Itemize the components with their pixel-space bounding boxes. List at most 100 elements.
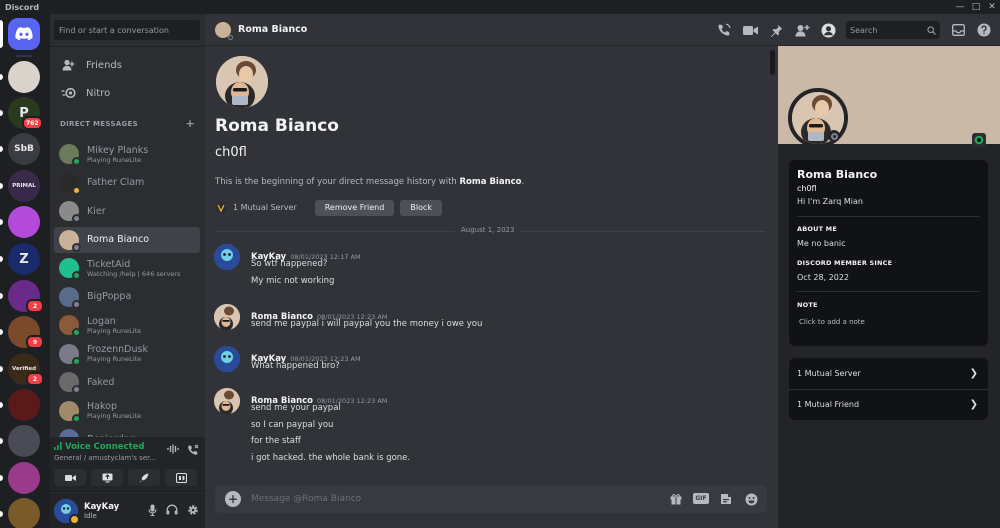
soundboard-button[interactable] <box>165 469 197 486</box>
server-icon[interactable] <box>8 389 40 421</box>
server-icon[interactable]: SbB <box>8 133 40 165</box>
dm-item[interactable]: Mikey Planks Playing RuneLite <box>54 141 200 167</box>
voice-status[interactable]: Voice Connected <box>54 442 145 452</box>
pinned-messages-icon[interactable] <box>768 22 784 38</box>
dm-item[interactable]: Hakop Playing RuneLite <box>54 398 200 424</box>
intro-text-after: . <box>521 177 525 187</box>
maximize-icon[interactable]: □ <box>968 0 984 14</box>
dm-text: Mikey Planks Playing RuneLite <box>87 145 148 164</box>
unread-indicator <box>0 438 3 444</box>
voice-channel[interactable]: General / amustyclam's ser... <box>54 454 156 462</box>
signal-icon <box>54 442 62 450</box>
dm-text: BigPoppa <box>87 291 131 302</box>
mutual-servers-row[interactable]: 1 Mutual Server ❯ <box>789 358 988 389</box>
chat-scrollbar[interactable] <box>770 50 775 75</box>
create-dm-icon[interactable]: + <box>185 118 195 129</box>
sticker-icon[interactable] <box>718 491 734 507</box>
noise-suppression-icon[interactable] <box>167 444 179 459</box>
message-avatar[interactable] <box>214 388 240 415</box>
unread-indicator <box>0 366 3 372</box>
user-avatar[interactable] <box>54 498 80 525</box>
search-icon <box>927 25 936 35</box>
online-status-icon <box>72 271 81 280</box>
help-icon[interactable] <box>976 22 992 38</box>
server-abbr: Z <box>19 251 29 267</box>
intro-text: This is the beginning of your direct mes… <box>215 177 524 187</box>
server-abbr: SbB <box>14 144 34 154</box>
screen-share-button[interactable] <box>91 469 123 486</box>
dm-name: Kier <box>87 205 106 217</box>
message-avatar[interactable] <box>214 244 240 270</box>
dm-text: FrozennDusk Playing RuneLite <box>87 344 148 363</box>
inbox-icon[interactable] <box>950 22 966 38</box>
message-composer[interactable]: + Message @Roma Bianco GIF <box>215 485 767 513</box>
headphones-icon[interactable] <box>166 504 178 519</box>
message-avatar[interactable] <box>214 346 240 372</box>
dm-section-header: DIRECT MESSAGES + <box>60 118 195 129</box>
dm-avatar <box>59 400 81 423</box>
disconnect-icon[interactable] <box>187 444 199 459</box>
mutual-server[interactable]: 1 Mutual Server <box>215 202 297 214</box>
dm-name: Faked <box>87 376 115 388</box>
dm-item[interactable]: BigPoppa <box>54 284 200 310</box>
block-button[interactable]: Block <box>400 199 442 216</box>
attach-plus-icon[interactable]: + <box>225 491 241 507</box>
home-button[interactable] <box>8 18 40 50</box>
gif-button[interactable]: GIF <box>693 493 709 504</box>
gift-icon[interactable] <box>668 491 684 507</box>
settings-gear-icon[interactable] <box>187 504 199 519</box>
dm-name: Hakop <box>87 401 117 412</box>
dm-item[interactable]: FrozennDusk Playing RuneLite <box>54 341 200 367</box>
activity-button[interactable] <box>128 469 160 486</box>
unread-indicator <box>0 293 3 299</box>
divider <box>16 55 32 57</box>
dm-item[interactable]: Father Clam <box>54 170 200 196</box>
server-icon[interactable]: PRIMAL <box>8 170 40 202</box>
voice-call-icon[interactable] <box>716 22 732 38</box>
dm-text: Logan Playing RuneLite <box>87 316 141 335</box>
dm-name: Roma Bianco <box>87 234 150 245</box>
server-icon[interactable] <box>8 61 40 93</box>
message-text: i got hacked. the whole bank is gone. <box>251 453 411 464</box>
camera-icon <box>64 474 76 481</box>
microphone-icon[interactable] <box>148 504 157 519</box>
user-profile-icon[interactable] <box>820 22 836 38</box>
note-input[interactable]: Click to add a note <box>799 318 865 326</box>
message-avatar[interactable] <box>214 304 240 331</box>
server-icon[interactable] <box>8 425 40 457</box>
dm-item[interactable]: Faked <box>54 369 200 395</box>
profile-username: ch0fl <box>797 184 817 193</box>
dm-item[interactable]: TicketAid Watching /help | 646 servers <box>54 255 200 281</box>
nitro-icon <box>60 86 78 100</box>
video-call-icon[interactable] <box>742 22 758 38</box>
message-search-input[interactable]: Search <box>846 21 940 39</box>
remove-friend-button[interactable]: Remove Friend <box>314 199 395 216</box>
conversation-search-input[interactable]: Find or start a conversation <box>54 20 200 40</box>
add-friends-to-dm-icon[interactable] <box>794 22 810 38</box>
server-icon[interactable] <box>8 498 40 528</box>
nitro-badge-icon[interactable] <box>972 133 986 147</box>
search-placeholder: Search <box>850 25 878 35</box>
sidebar-item-friends[interactable]: Friends <box>54 52 200 78</box>
header-avatar <box>215 21 233 40</box>
camera-button[interactable] <box>54 469 86 486</box>
dm-activity: Playing RuneLite <box>87 355 142 363</box>
minimize-icon[interactable]: — <box>952 0 968 14</box>
header-title: Roma Bianco <box>238 24 308 35</box>
message-input[interactable]: Message @Roma Bianco <box>251 494 361 504</box>
offline-status-icon <box>72 242 81 252</box>
server-icon[interactable] <box>8 206 40 238</box>
sidebar-item-nitro[interactable]: Nitro <box>54 80 200 106</box>
emoji-icon[interactable] <box>743 491 759 507</box>
chevron-right-icon: ❯ <box>969 399 978 410</box>
unread-indicator <box>0 183 3 189</box>
server-icon[interactable]: Z <box>8 243 40 275</box>
dm-item[interactable]: Kier <box>54 198 200 224</box>
close-icon[interactable]: ✕ <box>984 0 1000 14</box>
mutual-friends-row[interactable]: 1 Mutual Friend ❯ <box>789 389 988 420</box>
dm-item[interactable]: Logan Playing RuneLite <box>54 312 200 338</box>
dm-item[interactable]: Roma Bianco <box>54 226 200 253</box>
member-since-header: DISCORD MEMBER SINCE <box>797 259 893 267</box>
discord-app: Discord — □ ✕ P 762 SbB PRIMAL Z 2 9 Verified 2 … <box>0 0 1000 528</box>
server-icon[interactable] <box>8 462 40 494</box>
